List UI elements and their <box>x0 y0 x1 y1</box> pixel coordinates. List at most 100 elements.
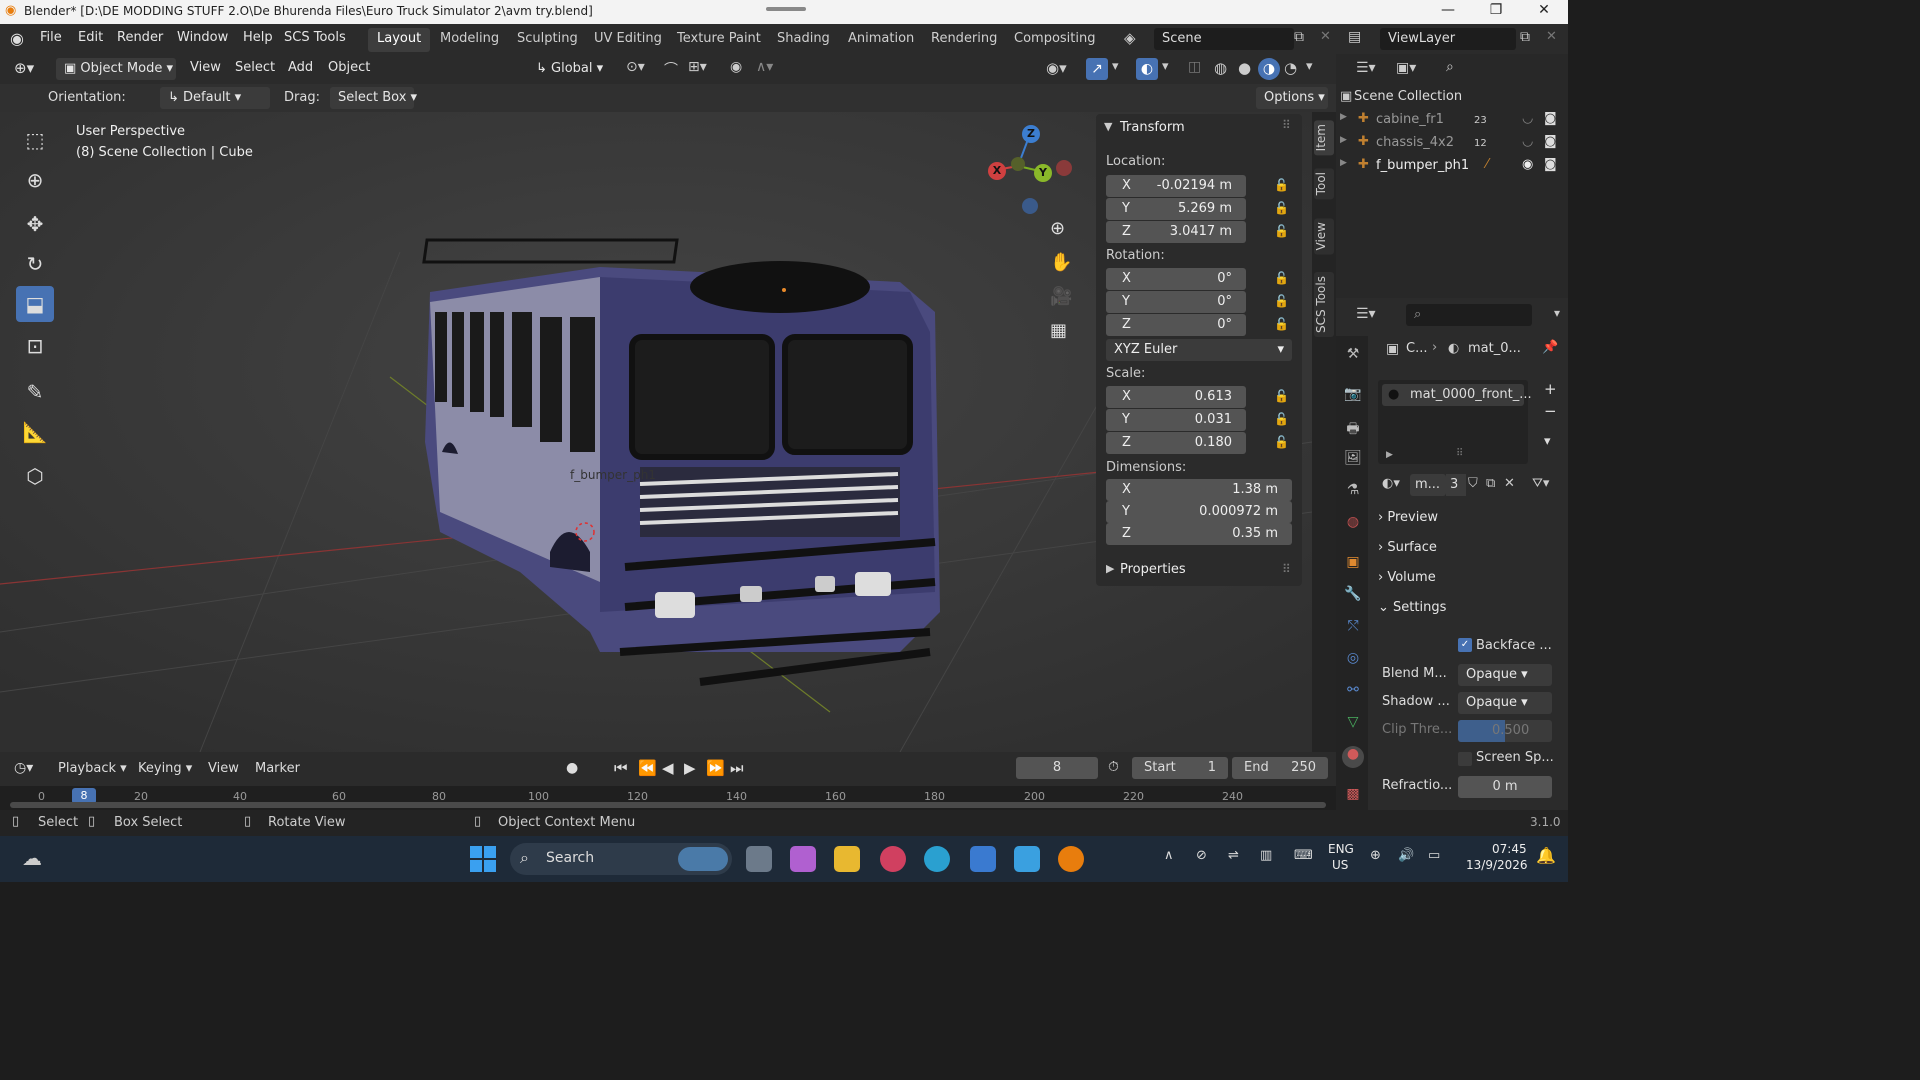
notification-icon[interactable]: 🔔 <box>1536 846 1556 865</box>
output-props-icon[interactable]: 🖶 <box>1344 418 1362 437</box>
menu-scs-tools[interactable]: SCS Tools <box>284 30 346 45</box>
properties-search[interactable]: ⌕ <box>1406 304 1532 326</box>
jump-end-icon[interactable]: ⏭ <box>730 759 744 777</box>
data-props-icon[interactable]: ▽ <box>1344 714 1362 732</box>
network-off-icon[interactable]: ⊘ <box>1196 848 1207 863</box>
marker-menu[interactable]: Marker <box>255 761 300 776</box>
lock-icon[interactable]: 🔓 <box>1274 435 1289 449</box>
resize-handle-icon[interactable]: ⠿ <box>1456 448 1463 459</box>
tab-animation[interactable]: Animation <box>839 28 923 52</box>
scale-z-field[interactable]: Z 0.180 <box>1106 432 1246 454</box>
language-primary[interactable]: ENG <box>1328 842 1354 856</box>
pan-hand-icon[interactable]: ✋ <box>1050 252 1072 273</box>
menu-help[interactable]: Help <box>243 30 273 45</box>
snap-icon[interactable]: ⌒ <box>664 59 678 79</box>
store-icon[interactable] <box>970 846 996 872</box>
orientation-dropdown[interactable]: ↳ Default ▾ <box>160 87 270 109</box>
weather-icon[interactable]: ☁ <box>22 846 42 870</box>
rotation-y-field[interactable]: Y 0° <box>1106 291 1246 313</box>
gizmo-y-axis[interactable]: Y <box>1034 164 1052 182</box>
dimensions-z-field[interactable]: Z 0.35 m <box>1106 523 1292 545</box>
select-menu[interactable]: Select <box>235 60 275 75</box>
copilot-icon[interactable] <box>790 846 816 872</box>
tab-texture-paint[interactable]: Texture Paint <box>668 28 770 52</box>
overlay-dropdown-icon[interactable]: ▾ <box>1162 59 1169 74</box>
material-slot-item[interactable]: ● mat_0000_front_... <box>1382 384 1532 406</box>
hidden-eye-icon[interactable]: ◡ <box>1522 111 1533 126</box>
new-scene-icon[interactable]: ⧉ <box>1294 29 1304 45</box>
xray-icon[interactable]: ◫ <box>1188 59 1201 75</box>
location-z-field[interactable]: Z 3.0417 m <box>1106 221 1246 243</box>
rendered-shading-icon[interactable]: ◔ <box>1284 59 1297 77</box>
expand-icon[interactable]: ▶ <box>1340 158 1347 168</box>
material-props-icon[interactable]: ● <box>1342 746 1364 768</box>
wireframe-shading-icon[interactable]: ◍ <box>1214 59 1227 77</box>
add-slot-icon[interactable]: + <box>1544 380 1557 398</box>
material-browse-icon[interactable]: ◐▾ <box>1382 476 1400 491</box>
select-box-tool-icon[interactable]: ⬚ <box>16 122 54 158</box>
audio-device-icon[interactable]: ▥ <box>1260 848 1272 863</box>
tool-props-icon[interactable]: ⚒ <box>1344 346 1362 364</box>
proportional-edit-icon[interactable]: ◉ <box>730 59 742 75</box>
expand-icon[interactable]: ▶ <box>1340 135 1347 145</box>
menu-window[interactable]: Window <box>177 30 228 45</box>
backface-checkbox[interactable]: ✓ <box>1458 638 1472 652</box>
ortho-toggle-icon[interactable]: ▦ <box>1050 320 1067 341</box>
unlink-material-icon[interactable]: ✕ <box>1504 476 1515 491</box>
start-button-icon[interactable] <box>470 846 496 872</box>
scene-field[interactable]: Scene <box>1154 28 1294 50</box>
scene-props-icon[interactable]: ⚗ <box>1344 482 1362 500</box>
cursor-tool-icon[interactable]: ⊕ <box>16 162 54 198</box>
fake-user-icon[interactable]: ⛉ <box>1468 476 1478 491</box>
world-props-icon[interactable]: ◍ <box>1344 514 1362 532</box>
slot-menu-icon[interactable]: ▾ <box>1544 434 1551 449</box>
filter-icon[interactable]: ▣▾ <box>1396 60 1416 76</box>
menu-file[interactable]: File <box>40 30 62 45</box>
refraction-field[interactable]: 0 m <box>1458 776 1552 798</box>
shadow-mode-dropdown[interactable]: Opaque ▾ <box>1458 692 1552 714</box>
tab-view[interactable]: View <box>1314 218 1334 255</box>
end-frame-field[interactable]: End 250 <box>1232 757 1328 779</box>
view-layer-props-icon[interactable]: 🖼 <box>1344 450 1362 468</box>
render-props-icon[interactable]: 📷 <box>1344 386 1362 404</box>
volume-icon[interactable]: 🔊 <box>1398 848 1414 863</box>
visibility-icon[interactable]: ◉▾ <box>1046 59 1067 77</box>
delete-scene-icon[interactable]: ✕ <box>1320 29 1331 44</box>
record-icon[interactable]: ● <box>566 760 578 776</box>
gizmo-toggle-icon[interactable]: ↗ <box>1086 58 1108 80</box>
screen-space-checkbox[interactable] <box>1458 752 1472 766</box>
next-keyframe-icon[interactable]: ⏩ <box>706 759 725 777</box>
particles-props-icon[interactable]: ⤲ <box>1344 618 1362 636</box>
hidden-eye-icon[interactable]: ◡ <box>1522 134 1533 149</box>
duplicate-material-icon[interactable]: ⧉ <box>1486 476 1495 491</box>
outliner-row-chassis[interactable]: ▶ ✚ chassis_4x2 12 ◡ ◙ <box>1336 132 1568 154</box>
properties-options-icon[interactable]: ▾ <box>1554 306 1560 320</box>
properties-editor-type-icon[interactable]: ☰▾ <box>1356 306 1376 322</box>
file-explorer-icon[interactable] <box>834 846 860 872</box>
drag-handle-icon[interactable]: ⠿ <box>1282 562 1291 576</box>
collapse-chevron-icon[interactable]: ▼ <box>1104 120 1112 133</box>
outliner-row-scene-collection[interactable]: ▣ Scene Collection <box>1336 86 1568 108</box>
new-viewlayer-icon[interactable]: ⧉ <box>1520 29 1530 45</box>
snap-target-icon[interactable]: ⊞▾ <box>688 59 707 75</box>
location-x-field[interactable]: X -0.02194 m <box>1106 175 1246 197</box>
measure-tool-icon[interactable]: 📐 <box>16 414 54 450</box>
maximize-icon[interactable]: ❐ <box>1476 2 1516 22</box>
transform-orientation-dropdown[interactable]: ↳ Global ▾ <box>528 58 616 80</box>
timeline-scrollbar[interactable] <box>10 802 1326 808</box>
timeline-editor-icon[interactable]: ◷▾ <box>14 760 33 776</box>
properties-subpanel[interactable]: Properties <box>1120 562 1186 577</box>
bluetooth-icon[interactable]: ⇌ <box>1228 848 1239 863</box>
preview-section[interactable]: › Preview <box>1378 510 1558 534</box>
edge-browser-icon[interactable] <box>924 846 950 872</box>
gizmo-dropdown-icon[interactable]: ▾ <box>1112 59 1119 74</box>
taskbar-search[interactable]: ⌕ Search <box>510 843 732 875</box>
constraint-props-icon[interactable]: ⚯ <box>1344 682 1362 700</box>
play-reverse-icon[interactable]: ◀ <box>662 759 674 777</box>
view-menu[interactable]: View <box>190 60 221 75</box>
current-frame-field[interactable]: 8 <box>1016 757 1098 779</box>
keyboard-icon[interactable]: ⌨ <box>1294 848 1313 863</box>
outliner-search-icon[interactable]: ⌕ <box>1446 59 1454 75</box>
volume-section[interactable]: › Volume <box>1378 570 1558 594</box>
tab-uv-editing[interactable]: UV Editing <box>585 28 671 52</box>
